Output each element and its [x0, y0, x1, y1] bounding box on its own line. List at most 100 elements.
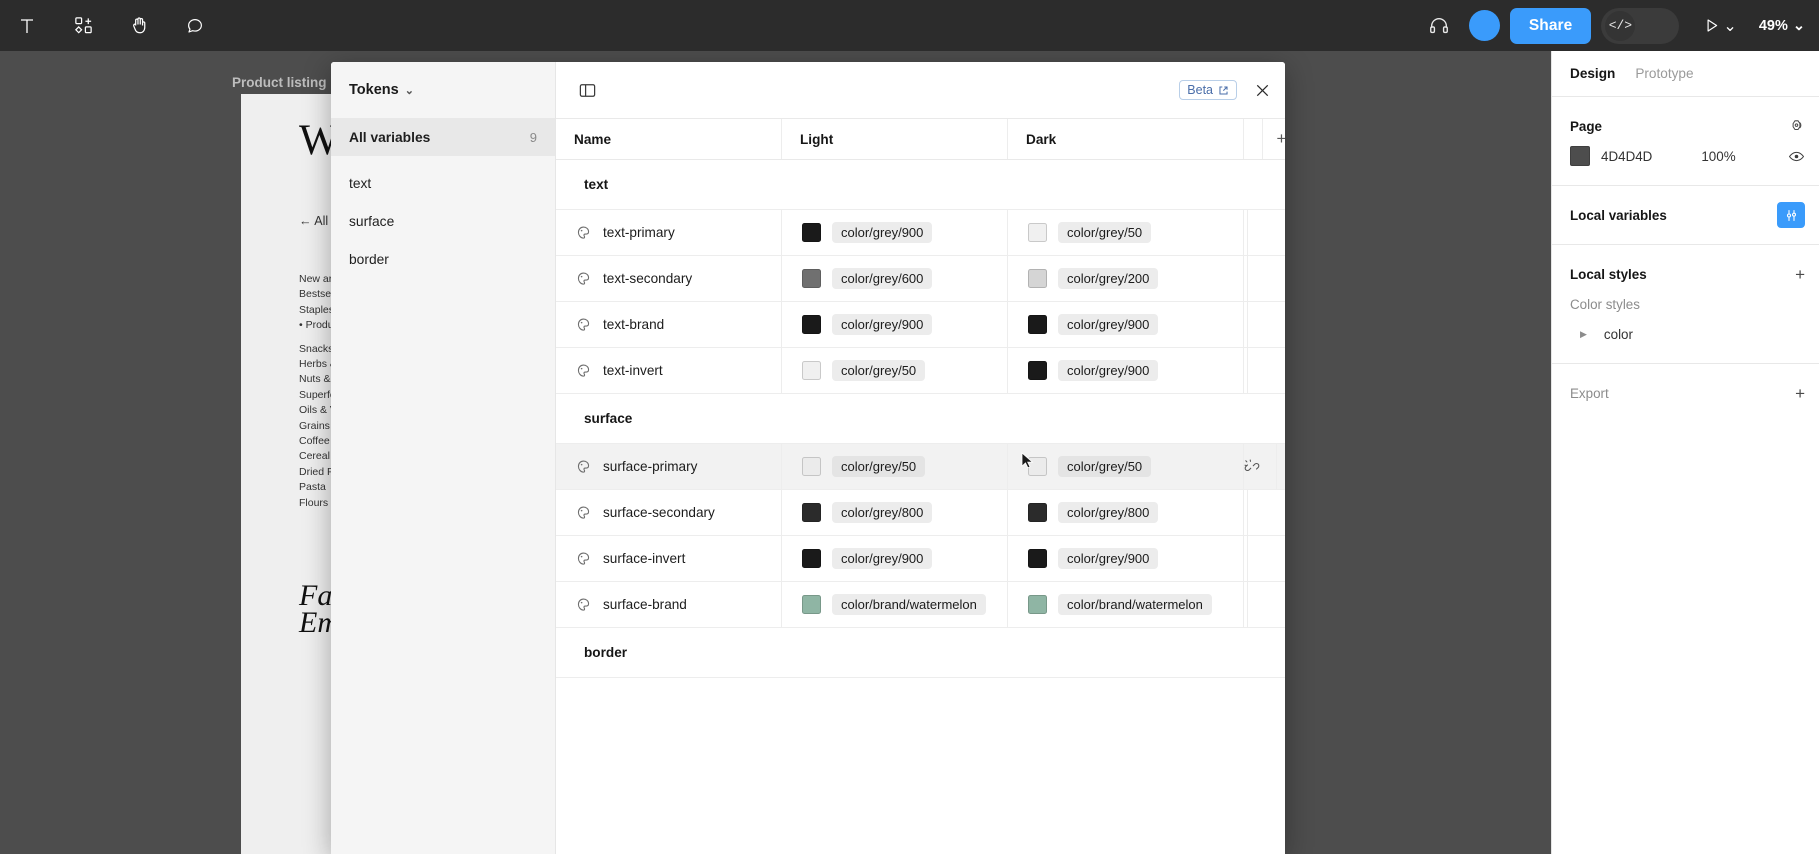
variable-row[interactable]: surface-brand color/brand/watermelon color… [556, 582, 1285, 628]
column-header-name[interactable]: Name [556, 119, 782, 159]
panel-toggle-icon[interactable] [574, 77, 600, 103]
present-chevron-icon[interactable]: ⌄ [1723, 16, 1736, 36]
variable-light-value-cell[interactable]: color/brand/watermelon [782, 582, 1008, 627]
variable-row[interactable]: text-primary color/grey/900 color/grey/50 [556, 210, 1285, 256]
dark-color-swatch[interactable] [1028, 223, 1047, 242]
beta-badge[interactable]: Beta [1179, 80, 1237, 100]
collection-item-surface[interactable]: surface [331, 202, 555, 240]
variable-name-cell[interactable]: text-brand [556, 302, 782, 347]
variable-row-actions[interactable] [1277, 444, 1285, 489]
page-color-swatch[interactable] [1570, 146, 1590, 166]
light-color-swatch[interactable] [802, 223, 821, 242]
variable-group-header[interactable]: surface [556, 394, 1285, 444]
add-mode-button[interactable]: + [1263, 119, 1285, 159]
tab-prototype[interactable]: Prototype [1635, 66, 1693, 81]
open-local-variables-button[interactable] [1777, 202, 1805, 228]
dark-color-swatch[interactable] [1028, 269, 1047, 288]
light-value-chip[interactable]: color/grey/900 [832, 548, 933, 569]
variable-dark-value-cell[interactable]: color/grey/800 [1008, 490, 1244, 535]
dark-color-swatch[interactable] [1028, 503, 1047, 522]
light-color-swatch[interactable] [802, 503, 821, 522]
light-color-swatch[interactable] [802, 549, 821, 568]
present-button-group[interactable]: ⌄ [1703, 16, 1737, 36]
dark-color-swatch[interactable] [1028, 361, 1047, 380]
variable-light-value-cell[interactable]: color/grey/900 [782, 302, 1008, 347]
variable-name-cell[interactable]: surface-invert [556, 536, 782, 581]
share-button[interactable]: Share [1509, 7, 1592, 44]
light-color-swatch[interactable] [802, 361, 821, 380]
variable-name-cell[interactable]: text-invert [556, 348, 782, 393]
variable-name-cell[interactable]: text-secondary [556, 256, 782, 301]
light-color-swatch[interactable] [802, 595, 821, 614]
dark-value-chip[interactable]: color/brand/watermelon [1058, 594, 1212, 615]
page-color-row[interactable]: 4D4D4D 100% [1552, 141, 1819, 171]
column-header-dark[interactable]: Dark [1008, 119, 1244, 159]
page-color-hex[interactable]: 4D4D4D [1601, 149, 1652, 164]
variable-dark-value-cell[interactable]: color/grey/900 [1008, 348, 1244, 393]
variable-light-value-cell[interactable]: color/grey/50 [782, 444, 1008, 489]
variable-name-cell[interactable]: surface-secondary [556, 490, 782, 535]
dark-value-chip[interactable]: color/grey/200 [1058, 268, 1159, 289]
hand-tool-icon[interactable] [114, 4, 164, 48]
chevron-right-icon[interactable]: ▶ [1580, 329, 1587, 340]
eye-icon[interactable] [1788, 148, 1805, 165]
light-value-chip[interactable]: color/grey/50 [832, 360, 926, 381]
dev-mode-toggle[interactable]: </> [1601, 7, 1680, 44]
variable-row[interactable]: surface-secondary color/grey/800 color/gre… [556, 490, 1285, 536]
variable-row[interactable]: text-brand color/grey/900 color/grey/900 [556, 302, 1285, 348]
dark-value-chip[interactable]: color/grey/900 [1058, 548, 1159, 569]
dark-value-chip[interactable]: color/grey/900 [1058, 360, 1159, 381]
variable-dark-value-cell[interactable]: color/grey/50 [1008, 444, 1244, 489]
variable-light-value-cell[interactable]: color/grey/900 [782, 536, 1008, 581]
dark-value-chip[interactable]: color/grey/50 [1058, 456, 1152, 477]
collection-item-all-variables[interactable]: All variables 9 [331, 118, 555, 156]
variable-name-cell[interactable]: surface-primary [556, 444, 782, 489]
variable-group-header[interactable]: text [556, 160, 1285, 210]
column-header-light[interactable]: Light [782, 119, 1008, 159]
text-tool-icon[interactable] [2, 4, 52, 48]
variable-group-header[interactable]: border [556, 628, 1285, 678]
dark-value-chip[interactable]: color/grey/800 [1058, 502, 1159, 523]
page-settings-icon[interactable] [1788, 118, 1805, 135]
collection-item-border[interactable]: border [331, 240, 555, 278]
variable-dark-value-cell[interactable]: color/grey/200 [1008, 256, 1244, 301]
tab-design[interactable]: Design [1570, 66, 1615, 81]
unlink-icon[interactable] [1244, 459, 1260, 475]
variable-light-value-cell[interactable]: color/grey/50 [782, 348, 1008, 393]
light-value-chip[interactable]: color/grey/600 [832, 268, 933, 289]
light-color-swatch[interactable] [802, 269, 821, 288]
light-value-chip[interactable]: color/grey/800 [832, 502, 933, 523]
light-value-chip[interactable]: color/brand/watermelon [832, 594, 986, 615]
variable-light-value-cell[interactable]: color/grey/800 [782, 490, 1008, 535]
variable-row[interactable]: text-secondary color/grey/600 color/grey/2… [556, 256, 1285, 302]
dark-value-chip[interactable]: color/grey/900 [1058, 314, 1159, 335]
light-color-swatch[interactable] [802, 457, 821, 476]
close-icon[interactable] [1251, 79, 1273, 101]
collection-item-text[interactable]: text [331, 164, 555, 202]
add-local-style-button[interactable]: + [1795, 266, 1805, 283]
light-value-chip[interactable]: color/grey/900 [832, 314, 933, 335]
variable-row[interactable]: surface-invert color/grey/900 color/grey/9… [556, 536, 1285, 582]
zoom-chevron-icon[interactable]: ⌄ [1793, 18, 1805, 34]
variable-dark-value-cell[interactable]: color/grey/50 [1008, 210, 1244, 255]
variable-name-cell[interactable]: text-primary [556, 210, 782, 255]
page-color-opacity[interactable]: 100% [1701, 149, 1735, 164]
user-avatar[interactable] [1468, 10, 1500, 41]
variable-dark-value-cell[interactable]: color/brand/watermelon [1008, 582, 1244, 627]
variable-light-value-cell[interactable]: color/grey/600 [782, 256, 1008, 301]
light-value-chip[interactable]: color/grey/50 [832, 456, 926, 477]
variable-light-value-cell[interactable]: color/grey/900 [782, 210, 1008, 255]
frame-label[interactable]: Product listing [232, 75, 327, 90]
dark-value-chip[interactable]: color/grey/50 [1058, 222, 1152, 243]
light-color-swatch[interactable] [802, 315, 821, 334]
headset-icon[interactable] [1419, 6, 1459, 46]
variable-row[interactable]: surface-primary color/grey/50 color/grey/5… [556, 444, 1285, 490]
variable-row[interactable]: text-invert color/grey/50 color/grey/900 [556, 348, 1285, 394]
variable-name-cell[interactable]: surface-brand [556, 582, 782, 627]
dark-color-swatch[interactable] [1028, 315, 1047, 334]
add-export-button[interactable]: + [1795, 385, 1805, 402]
style-group-color[interactable]: ▶ color [1552, 319, 1819, 349]
components-tool-icon[interactable] [58, 4, 108, 48]
variable-dark-value-cell[interactable]: color/grey/900 [1008, 536, 1244, 581]
dark-color-swatch[interactable] [1028, 595, 1047, 614]
